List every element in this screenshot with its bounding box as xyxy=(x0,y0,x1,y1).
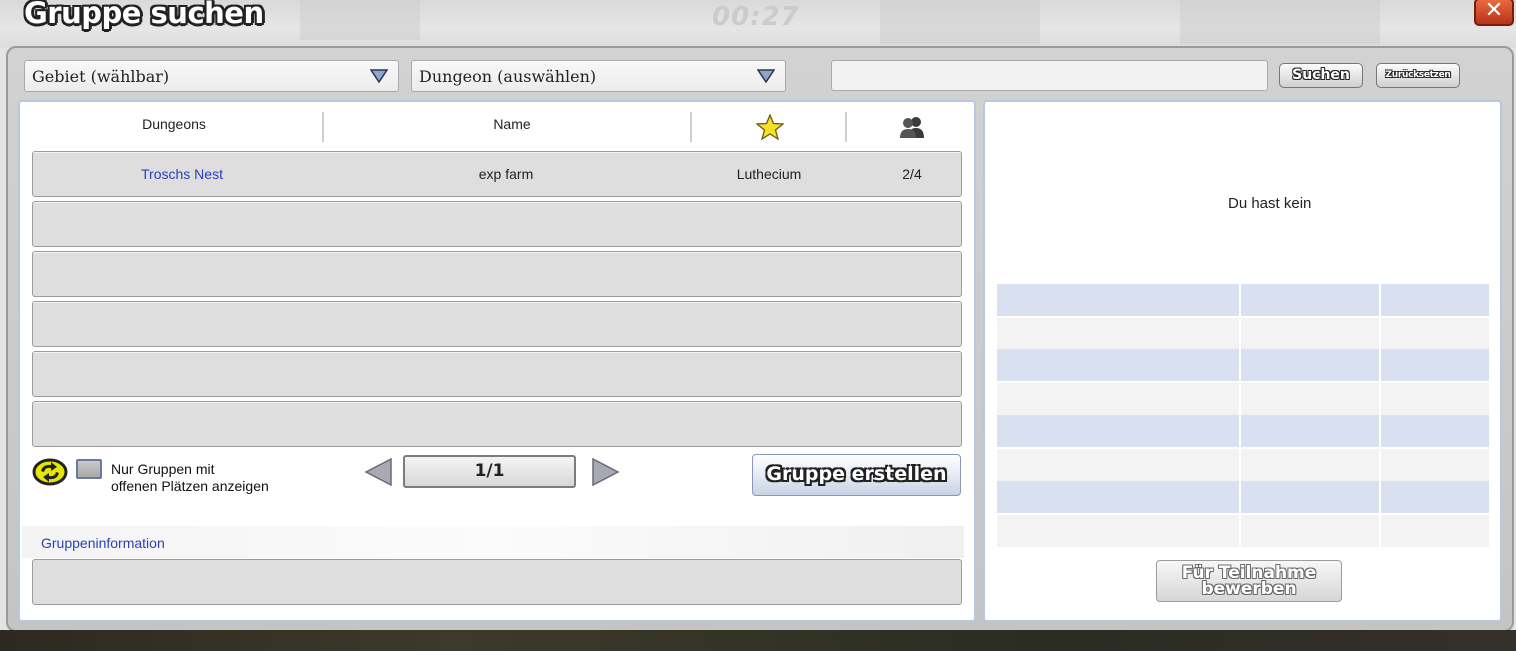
column-header-name[interactable]: Name xyxy=(330,116,694,132)
search-input[interactable] xyxy=(831,60,1268,91)
search-button[interactable]: Suchen xyxy=(1279,63,1363,88)
row-leader: Luthecium xyxy=(736,166,802,182)
table-row-empty[interactable] xyxy=(32,351,962,397)
open-slots-label-line1: Nur Gruppen mit xyxy=(111,461,215,477)
dungeon-dropdown-value: Dungeon (auswählen) xyxy=(419,67,597,86)
page-indicator: 1/1 xyxy=(403,455,576,488)
chevron-down-icon xyxy=(757,69,775,83)
background-decoration xyxy=(1180,0,1380,44)
close-icon: ✕ xyxy=(1484,0,1504,23)
member-list-row xyxy=(997,481,1489,513)
window-title: Gruppe suchen xyxy=(24,0,264,30)
column-divider xyxy=(322,112,324,142)
area-dropdown[interactable]: Gebiet (wählbar) xyxy=(24,60,399,92)
group-members-icon[interactable] xyxy=(899,116,925,138)
group-info-label: Gruppeninformation xyxy=(41,535,165,551)
row-dungeon[interactable]: Troschs Nest xyxy=(33,166,331,182)
no-group-message: Du hast kein xyxy=(1228,195,1312,212)
member-list-divider xyxy=(1379,284,1381,548)
table-row-empty[interactable] xyxy=(32,201,962,247)
member-list-row xyxy=(997,284,1489,316)
member-list-row xyxy=(997,515,1489,547)
next-page-icon[interactable] xyxy=(592,457,620,487)
refresh-icon[interactable] xyxy=(32,457,68,487)
previous-page-icon[interactable] xyxy=(364,457,392,487)
column-divider xyxy=(845,112,847,142)
game-background-bottom xyxy=(0,630,1516,651)
open-slots-label-line2: offenen Plätzen anzeigen xyxy=(111,478,269,494)
row-members: 2/4 xyxy=(902,166,922,182)
background-decoration xyxy=(880,0,1040,44)
star-icon[interactable] xyxy=(756,114,784,140)
timer-display: 00:27 xyxy=(712,2,800,32)
member-list-row xyxy=(997,349,1489,381)
apply-to-join-button[interactable]: Für Teilnahme bewerben xyxy=(1156,560,1342,602)
column-header-dungeons[interactable]: Dungeons xyxy=(34,116,314,132)
member-list-row xyxy=(997,449,1489,481)
member-list-row xyxy=(997,318,1489,350)
member-list-divider xyxy=(1239,284,1241,548)
table-row-empty[interactable] xyxy=(32,251,962,297)
column-divider xyxy=(690,112,692,142)
open-slots-label: Nur Gruppen mit offenen Plätzen anzeigen xyxy=(111,461,269,495)
group-info-field xyxy=(32,559,962,605)
chevron-down-icon xyxy=(370,69,388,83)
close-button[interactable]: ✕ xyxy=(1474,0,1514,26)
reset-button[interactable]: Zurücksetzen xyxy=(1376,63,1460,88)
table-row-empty[interactable] xyxy=(32,301,962,347)
member-list-row xyxy=(997,383,1489,415)
table-row[interactable]: Troschs Nest exp farm Luthecium 2/4 xyxy=(32,151,962,197)
row-name: exp farm xyxy=(478,166,534,182)
apply-button-line2: bewerben xyxy=(1201,579,1297,599)
area-dropdown-value: Gebiet (wählbar) xyxy=(32,67,170,86)
background-decoration xyxy=(300,0,420,40)
open-slots-checkbox[interactable] xyxy=(76,459,102,479)
dungeon-dropdown[interactable]: Dungeon (auswählen) xyxy=(411,60,786,92)
table-row-empty[interactable] xyxy=(32,401,962,447)
member-list-row xyxy=(997,415,1489,447)
create-group-button[interactable]: Gruppe erstellen xyxy=(752,454,961,496)
